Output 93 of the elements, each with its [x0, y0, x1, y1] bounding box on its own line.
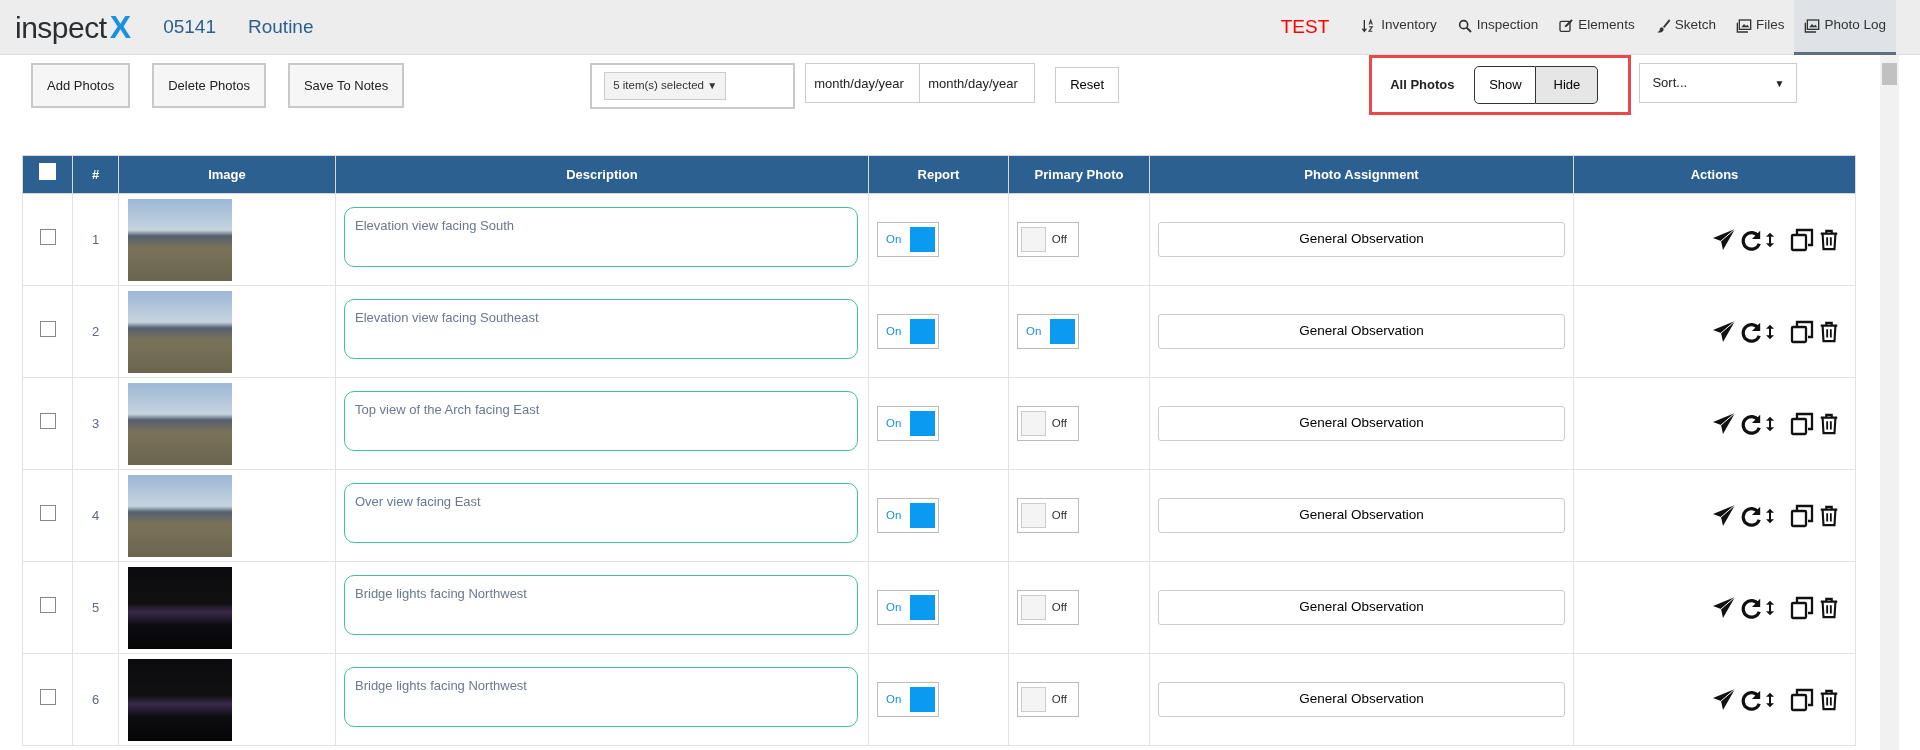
trash-icon[interactable]	[1818, 319, 1840, 344]
column-header: Photo Assignment	[1149, 155, 1574, 194]
trash-icon[interactable]	[1818, 411, 1840, 436]
nav-tab[interactable]: Photo Log	[1794, 0, 1896, 55]
reset-button[interactable]: Reset	[1055, 67, 1120, 103]
toggle-switch[interactable]: Off	[1017, 498, 1079, 533]
inspection-type: Routine	[248, 14, 314, 39]
environment-label: TEST	[1280, 14, 1330, 39]
column-header: Actions	[1573, 155, 1856, 194]
assignment-button[interactable]: General Observation	[1158, 590, 1565, 625]
images-icon	[1735, 17, 1752, 34]
toggle-switch[interactable]: On	[877, 498, 939, 533]
toggle-switch[interactable]: On	[877, 314, 939, 349]
sort-dropdown[interactable]: Sort... ▼	[1639, 63, 1798, 103]
date-field[interactable]: month/day/year	[805, 63, 921, 103]
assignment-button[interactable]: General Observation	[1158, 406, 1565, 441]
send-icon[interactable]	[1712, 411, 1736, 436]
trash-icon[interactable]	[1818, 227, 1840, 252]
toggle-button[interactable]: Show	[1474, 66, 1537, 104]
trash-icon[interactable]	[1818, 503, 1840, 528]
copy-icon[interactable]	[1790, 411, 1814, 436]
row-number: 6	[91, 691, 100, 707]
logo-text: inspect	[15, 13, 107, 43]
date-field[interactable]: month/day/year	[920, 63, 1036, 103]
all-photos-label: All Photos	[1390, 76, 1455, 95]
send-icon[interactable]	[1712, 687, 1736, 712]
description-field[interactable]: Bridge lights facing Northwest	[344, 666, 858, 727]
row-number: 3	[91, 415, 100, 431]
copy-icon[interactable]	[1790, 503, 1814, 528]
sort-value: Sort...	[1652, 74, 1688, 93]
row-number: 5	[91, 599, 100, 615]
nav-tab[interactable]: Sketch	[1644, 0, 1726, 55]
copy-icon[interactable]	[1790, 227, 1814, 252]
row-number: 2	[91, 323, 100, 339]
images-icon	[1804, 17, 1821, 34]
pencil-square-icon	[1558, 17, 1575, 34]
trash-icon[interactable]	[1818, 595, 1840, 620]
send-icon[interactable]	[1712, 319, 1736, 344]
nav-tab[interactable]: Elements	[1548, 0, 1645, 55]
logo-mark: X	[109, 11, 132, 43]
assignment-button[interactable]: General Observation	[1158, 314, 1565, 349]
description-field[interactable]: Top view of the Arch facing East	[344, 390, 858, 451]
search-icon	[1456, 17, 1473, 34]
description-field[interactable]: Bridge lights facing Northwest	[344, 574, 858, 635]
column-header: Report	[868, 155, 1009, 194]
description-field[interactable]: Elevation view facing Southeast	[344, 298, 858, 359]
row-number: 1	[91, 231, 100, 247]
copy-icon[interactable]	[1790, 595, 1814, 620]
column-header: Description	[335, 155, 869, 194]
send-icon[interactable]	[1712, 503, 1736, 528]
toggle-switch[interactable]: On	[877, 406, 939, 441]
row-checkbox[interactable]	[39, 504, 56, 521]
toggle-switch[interactable]: On	[1017, 314, 1079, 349]
row-checkbox[interactable]	[39, 688, 56, 705]
send-icon[interactable]	[1712, 227, 1736, 252]
column-header: Image	[118, 155, 336, 194]
assignment-button[interactable]: General Observation	[1158, 222, 1565, 257]
row-checkbox[interactable]	[39, 320, 56, 337]
toggle-switch[interactable]: On	[877, 682, 939, 717]
multiselect-dropdown[interactable]: 5 item(s) selected ▼	[604, 72, 727, 100]
copy-icon[interactable]	[1790, 319, 1814, 344]
row-checkbox[interactable]	[39, 412, 56, 429]
row-number: 4	[91, 507, 100, 523]
toolbar-button[interactable]: Save To Notes	[287, 63, 405, 108]
copy-icon[interactable]	[1790, 687, 1814, 712]
toggle-button[interactable]: Hide	[1536, 66, 1599, 104]
nav-tab[interactable]: Inventory	[1351, 0, 1447, 55]
row-checkbox[interactable]	[39, 228, 56, 245]
toggle-switch[interactable]: Off	[1017, 222, 1079, 257]
toggle-switch[interactable]: On	[877, 222, 939, 257]
description-field[interactable]: Elevation view facing South	[344, 206, 858, 267]
assignment-button[interactable]: General Observation	[1158, 682, 1565, 717]
nav-tab[interactable]: Files	[1725, 0, 1795, 55]
caret-icon: ▼	[707, 80, 718, 92]
caret-icon: ▼	[1774, 75, 1785, 91]
toolbar-button[interactable]: Delete Photos	[152, 63, 266, 108]
send-icon[interactable]	[1712, 595, 1736, 620]
toggle-switch[interactable]: Off	[1017, 406, 1079, 441]
toolbar-button[interactable]: Add Photos	[31, 63, 131, 108]
assignment-button[interactable]: General Observation	[1158, 498, 1565, 533]
nav-tab[interactable]: Inspection	[1446, 0, 1549, 55]
column-header: #	[72, 155, 119, 194]
select-all-checkbox[interactable]	[39, 163, 56, 181]
description-field[interactable]: Over view facing East	[344, 482, 858, 543]
column-header: Primary Photo	[1008, 155, 1150, 194]
trash-icon[interactable]	[1818, 687, 1840, 712]
scrollbar[interactable]	[1880, 55, 1899, 750]
structure-number: 05141	[163, 14, 216, 39]
scrollbar-thumb[interactable]	[1882, 63, 1897, 85]
toggle-switch[interactable]: Off	[1017, 590, 1079, 625]
row-checkbox[interactable]	[39, 596, 56, 613]
toggle-switch[interactable]: On	[877, 590, 939, 625]
toggle-switch[interactable]: Off	[1017, 682, 1079, 717]
